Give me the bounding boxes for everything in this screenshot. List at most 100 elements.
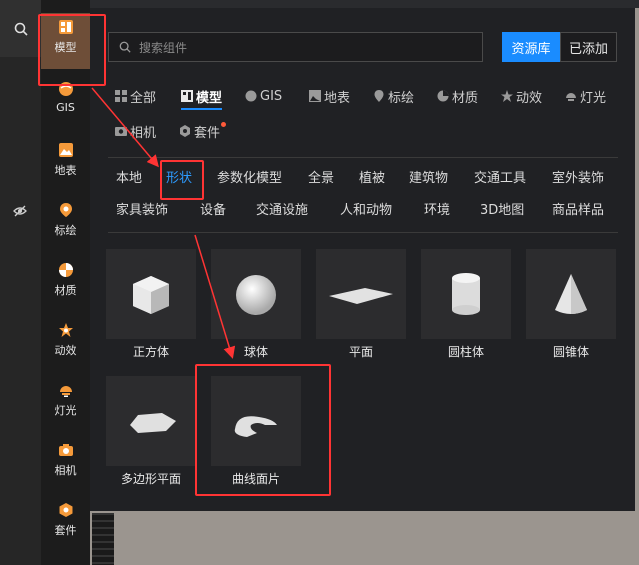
camera-icon <box>58 444 73 456</box>
subcategory-local[interactable]: 本地 <box>116 167 142 186</box>
pin-icon <box>374 90 384 102</box>
subcategory-divider <box>108 232 618 233</box>
sidebar-item-label: 相机 <box>54 464 77 477</box>
subcategory-shape[interactable]: 形状 <box>166 167 192 186</box>
tab-model[interactable]: 模型 <box>181 85 223 110</box>
sidebar-item-label: GIS <box>56 101 75 114</box>
ruler-edge <box>92 513 114 565</box>
curved-surface-thumbnail <box>234 416 277 437</box>
sidebar-item-light[interactable]: 灯光 <box>41 376 90 432</box>
shape-card-cube[interactable] <box>106 249 196 339</box>
shape-card-plane[interactable] <box>316 249 406 339</box>
sidebar-item-label: 标绘 <box>54 224 77 237</box>
shape-card-curved-surface[interactable] <box>211 376 301 466</box>
tab-label: 材质 <box>452 90 479 106</box>
plot-icon <box>59 203 72 217</box>
subcategory-equipment[interactable]: 设备 <box>200 199 226 218</box>
subcategory-people-animals[interactable]: 人和动物 <box>340 199 392 218</box>
effect-icon <box>58 323 73 337</box>
search-placeholder: 搜索组件 <box>139 40 188 55</box>
subcategory-furniture[interactable]: 家具装饰 <box>116 199 168 218</box>
tab-label: 标绘 <box>388 90 415 106</box>
shape-label: 球体 <box>243 345 268 359</box>
tab-label: 地表 <box>324 90 351 106</box>
tab-label: GIS <box>260 88 283 104</box>
shape-label: 曲线面片 <box>231 472 280 486</box>
model-icon <box>181 90 193 102</box>
shape-label: 正方体 <box>132 345 169 359</box>
terrain-icon <box>309 90 321 102</box>
tab-label: 模型 <box>196 90 223 106</box>
shape-card-cylinder[interactable] <box>421 249 511 339</box>
plane-thumbnail <box>329 288 393 304</box>
sidebar-item-gis[interactable]: GIS <box>41 75 90 131</box>
subcategory-vegetation[interactable]: 植被 <box>359 167 385 186</box>
sphere-thumbnail <box>236 275 276 315</box>
sidebar-item-terrain[interactable]: 地表 <box>41 136 90 192</box>
sidebar-item-model[interactable]: 模型 <box>41 13 90 69</box>
subcategory-parametric[interactable]: 参数化模型 <box>217 167 282 186</box>
subcategory-vehicle[interactable]: 交通工具 <box>474 167 526 186</box>
model-icon <box>58 20 73 34</box>
sidebar-item-label: 动效 <box>54 344 77 357</box>
tab-gis[interactable]: GIS <box>245 85 282 107</box>
new-badge-dot <box>221 122 227 127</box>
tab-camera[interactable]: 相机 <box>115 120 156 142</box>
sidebar-item-camera[interactable]: 相机 <box>41 436 90 492</box>
tab-label: 动效 <box>516 90 543 106</box>
shape-label: 平面 <box>348 345 373 359</box>
sidebar-item-label: 模型 <box>54 41 77 54</box>
polygon-plane-thumbnail <box>130 413 176 433</box>
search-icon <box>14 22 28 36</box>
cube-thumbnail <box>133 276 169 314</box>
sidebar-item-plot[interactable]: 标绘 <box>41 196 90 252</box>
shape-label: 圆柱体 <box>447 345 484 359</box>
global-search-button[interactable] <box>0 0 41 57</box>
subcategory-environment[interactable]: 环境 <box>424 199 450 218</box>
panel-header-strip <box>90 0 639 8</box>
sidebar-item-label: 套件 <box>54 524 77 537</box>
sidebar-item-label: 地表 <box>54 164 77 177</box>
material-icon <box>58 263 73 277</box>
tab-terrain[interactable]: 地表 <box>309 85 350 107</box>
cylinder-thumbnail <box>452 273 480 315</box>
sidebar-item-effect[interactable]: 动效 <box>41 316 90 372</box>
tab-plot[interactable]: 标绘 <box>373 85 414 107</box>
subcategory-product-samples[interactable]: 商品样品 <box>552 199 604 218</box>
shape-label: 圆锥体 <box>552 345 589 359</box>
tab-all[interactable]: 全部 <box>115 85 156 107</box>
search-input[interactable]: 搜索组件 <box>108 32 483 62</box>
tabs-divider <box>108 157 618 158</box>
hide-eye-icon[interactable] <box>13 202 27 221</box>
search-icon <box>119 41 131 53</box>
terrain-icon <box>58 143 73 157</box>
shape-card-polygon-plane[interactable] <box>106 376 196 466</box>
tab-effect[interactable]: 动效 <box>501 85 542 107</box>
subcategory-3d-map[interactable]: 3D地图 <box>480 199 524 218</box>
grid-icon <box>115 90 127 102</box>
added-button[interactable]: 已添加 <box>560 32 617 62</box>
shape-label: 多边形平面 <box>120 472 181 486</box>
resource-library-button[interactable]: 资源库 <box>502 32 560 62</box>
subcategory-building[interactable]: 建筑物 <box>409 167 448 186</box>
gis-icon <box>58 82 73 96</box>
sidebar-item-material[interactable]: 材质 <box>41 256 90 312</box>
left-toolbar <box>0 0 41 565</box>
shape-card-sphere[interactable] <box>211 249 301 339</box>
cone-thumbnail <box>555 274 587 314</box>
tab-kit[interactable]: 套件 <box>179 120 227 142</box>
globe-icon <box>245 90 257 102</box>
camera-icon <box>115 127 127 136</box>
subcategory-outdoor-decor[interactable]: 室外装饰 <box>552 167 604 186</box>
shape-card-cone[interactable] <box>526 249 616 339</box>
component-panel: 搜索组件 资源库 已添加 全部 模型 GIS 地表 标绘 材质 动效 灯光 相机… <box>90 0 639 511</box>
tab-material[interactable]: 材质 <box>437 85 478 107</box>
subcategory-panorama[interactable]: 全景 <box>308 167 334 186</box>
sidebar-item-label: 材质 <box>54 284 77 297</box>
subcategory-traffic-facility[interactable]: 交通设施 <box>256 199 308 218</box>
kit-icon <box>180 125 190 137</box>
effect-icon <box>501 90 513 102</box>
light-icon <box>566 93 576 101</box>
tab-light[interactable]: 灯光 <box>565 85 606 107</box>
sidebar-item-kit[interactable]: 套件 <box>41 496 90 552</box>
